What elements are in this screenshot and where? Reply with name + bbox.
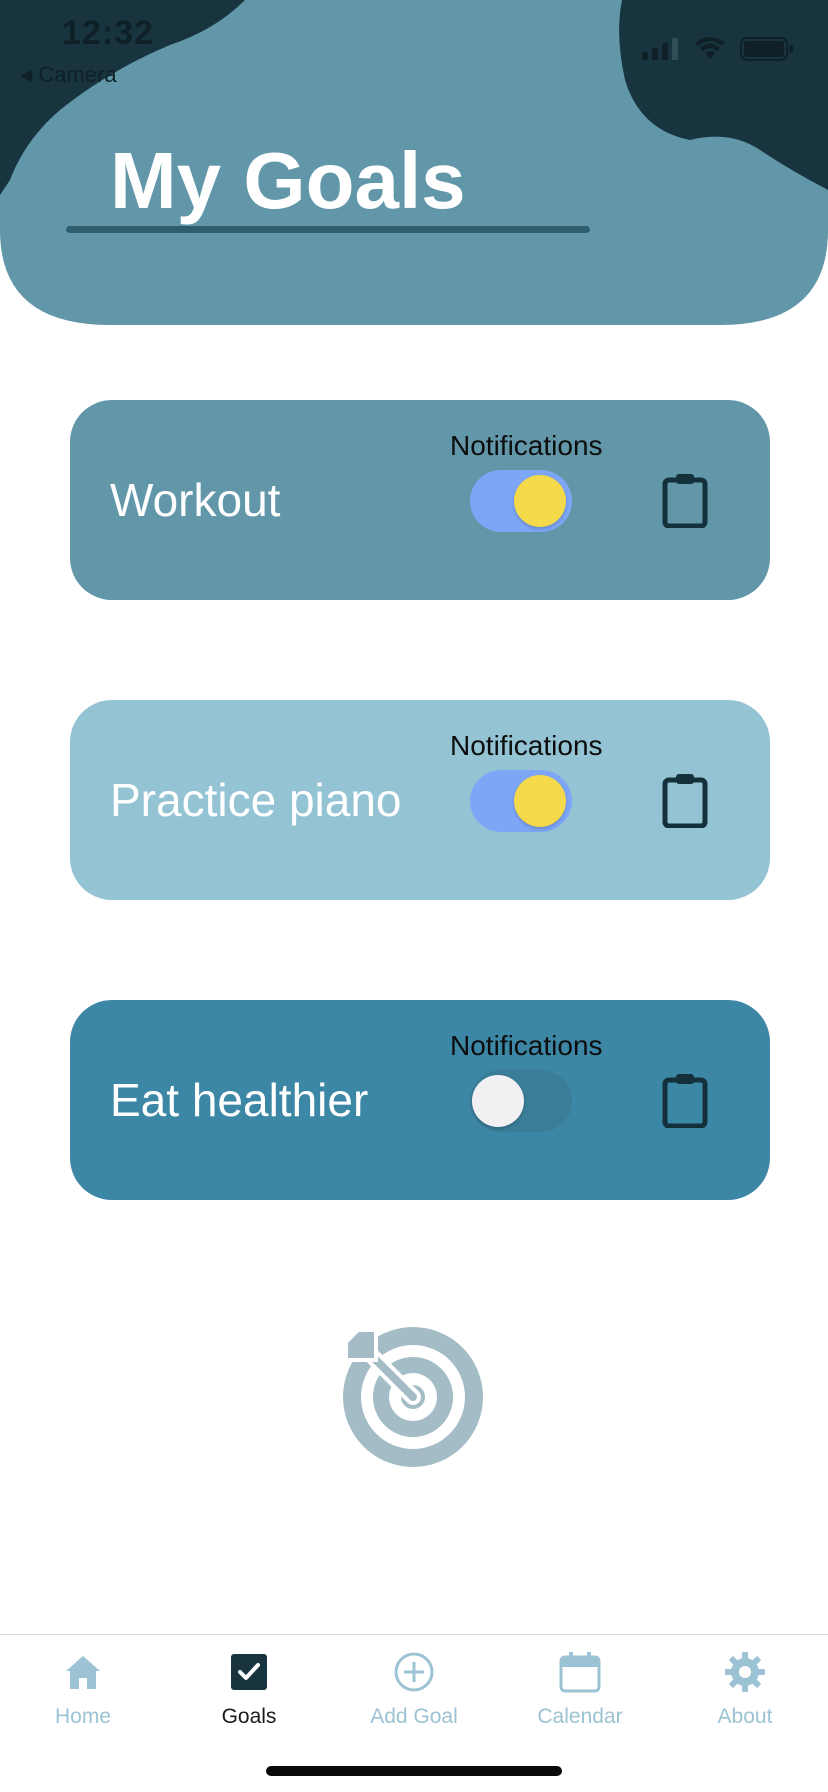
goal-card[interactable]: Workout Notifications xyxy=(70,400,770,600)
notifications-label: Notifications xyxy=(450,730,603,761)
tab-home[interactable]: Home xyxy=(0,1635,166,1755)
tab-calendar[interactable]: Calendar xyxy=(497,1635,663,1755)
toggle-knob xyxy=(514,775,566,827)
battery-icon xyxy=(740,37,793,61)
tab-about[interactable]: About xyxy=(662,1635,828,1755)
add-circle-icon xyxy=(391,1649,437,1695)
signal-icon xyxy=(642,38,678,60)
tab-label: Goals xyxy=(221,1705,277,1728)
goal-name: Eat healthier xyxy=(110,1074,369,1126)
goal-name: Practice piano xyxy=(110,774,402,826)
calendar-icon xyxy=(557,1649,603,1695)
home-indicator xyxy=(266,1766,562,1776)
notifications-toggle[interactable] xyxy=(470,1070,572,1132)
checkbox-icon xyxy=(226,1649,272,1695)
tab-label: Calendar xyxy=(537,1705,623,1728)
goal-card[interactable]: Practice piano Notifications xyxy=(70,700,770,900)
back-label: Camera xyxy=(38,62,117,87)
status-icons xyxy=(642,36,794,62)
tab-label: About xyxy=(717,1705,773,1728)
tab-label: Add Goal xyxy=(370,1705,458,1728)
gear-icon xyxy=(722,1649,768,1695)
notifications-label: Notifications xyxy=(450,1030,603,1061)
wifi-icon xyxy=(695,37,725,59)
status-time: 12:32 xyxy=(62,14,154,52)
tab-label: Home xyxy=(54,1705,112,1728)
clipboard-icon[interactable] xyxy=(662,772,708,828)
goal-card[interactable]: Eat healthier Notifications xyxy=(70,1000,770,1200)
goal-name: Workout xyxy=(110,474,281,526)
goals-screen: 12:32 ◀ Camera My Goals Workout Notifica… xyxy=(0,0,828,1792)
home-icon xyxy=(60,1649,106,1695)
page-title: My Goals xyxy=(110,136,466,225)
notifications-toggle[interactable] xyxy=(470,470,572,532)
toggle-knob xyxy=(472,1075,524,1127)
toggle-knob xyxy=(514,475,566,527)
clipboard-icon[interactable] xyxy=(662,472,708,528)
tab-goals[interactable]: Goals xyxy=(166,1635,332,1755)
tab-add-goal[interactable]: Add Goal xyxy=(331,1635,497,1755)
target-icon xyxy=(343,1327,483,1467)
clipboard-icon[interactable] xyxy=(662,1072,708,1128)
notifications-label: Notifications xyxy=(450,430,603,461)
back-to-camera[interactable]: ◀ Camera xyxy=(20,62,117,88)
notifications-toggle[interactable] xyxy=(470,770,572,832)
title-underline xyxy=(66,226,590,233)
back-arrow-icon: ◀ xyxy=(20,67,33,84)
